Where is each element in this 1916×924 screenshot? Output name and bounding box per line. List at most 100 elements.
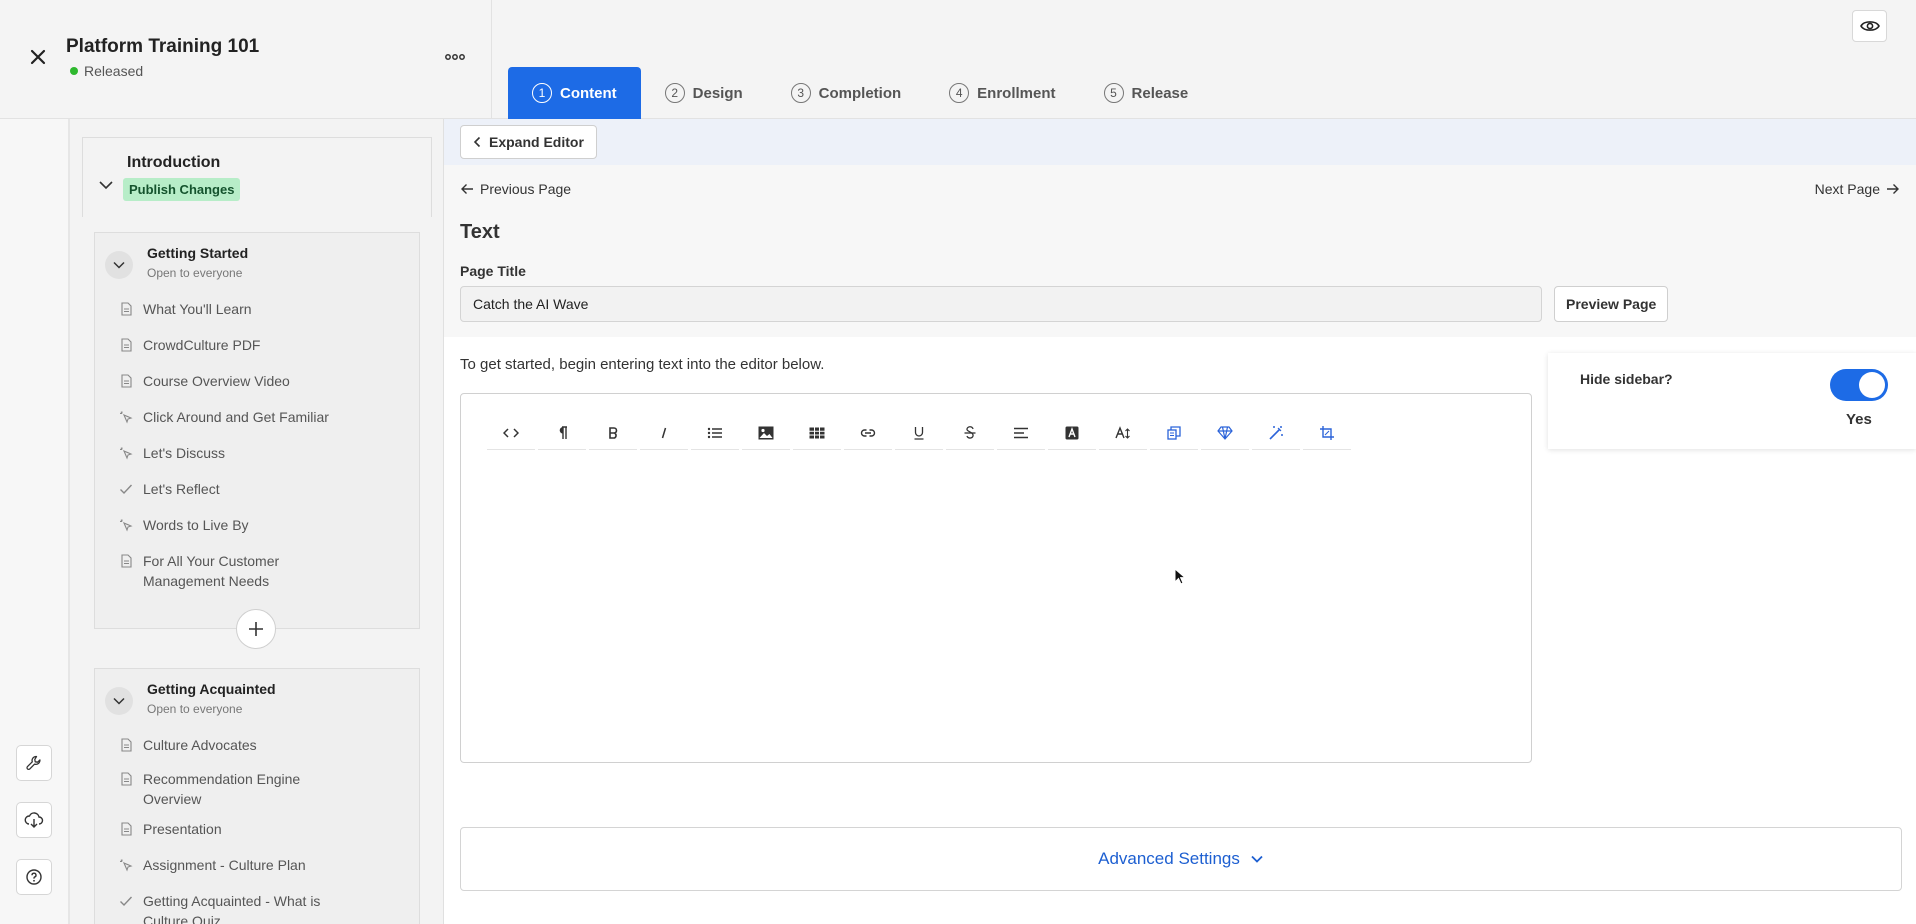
check-icon (119, 479, 133, 499)
page-header: Previous Page Next Page Text Page Title … (444, 165, 1916, 337)
section-title: Getting Acquainted (147, 681, 276, 697)
hide-sidebar-label: Hide sidebar? (1580, 371, 1673, 387)
main-editor-area: Expand Editor Previous Page Next Page Te… (444, 119, 1916, 924)
document-icon (119, 299, 133, 319)
list-item[interactable]: Words to Live By (119, 515, 409, 535)
paragraph-icon[interactable] (538, 416, 586, 450)
list-item[interactable]: Culture Advocates (119, 735, 409, 755)
document-icon (119, 769, 133, 789)
italic-icon[interactable] (640, 416, 688, 450)
cloud-download-icon[interactable] (16, 802, 52, 838)
list-item[interactable]: Presentation (119, 819, 409, 839)
tab-completion[interactable]: 3 Completion (767, 67, 926, 119)
list-item[interactable]: Let's Reflect (119, 479, 409, 499)
previous-page-label: Previous Page (480, 181, 572, 197)
list-item[interactable]: Getting Acquainted - What is Culture Qui… (119, 891, 339, 924)
editor-toolbar (487, 416, 1351, 450)
list-item[interactable]: Assignment - Culture Plan (119, 855, 409, 875)
arrow-right-icon (1887, 184, 1899, 194)
list-item[interactable]: For All Your Customer Management Needs (119, 551, 309, 591)
next-page-link[interactable]: Next Page (1815, 181, 1900, 197)
list-item[interactable]: Course Overview Video (119, 371, 409, 391)
page-title-input[interactable] (460, 286, 1542, 322)
status-text: Released (84, 63, 144, 79)
font-size-icon[interactable] (1099, 416, 1147, 450)
tab-label: Design (692, 84, 743, 102)
tab-label: Enrollment (977, 84, 1056, 102)
plus-icon (249, 622, 263, 636)
help-icon[interactable] (16, 859, 52, 895)
document-icon (119, 551, 133, 571)
tab-number: 5 (1103, 83, 1124, 103)
document-icon (119, 735, 133, 755)
interactive-icon (119, 515, 133, 535)
strikethrough-icon[interactable] (946, 416, 994, 450)
hide-sidebar-toggle[interactable] (1830, 369, 1888, 401)
previous-page-link[interactable]: Previous Page (460, 181, 571, 197)
advanced-settings-button[interactable]: Advanced Settings (460, 827, 1902, 891)
list-item[interactable]: What You'll Learn (119, 299, 409, 319)
item-label: What You'll Learn (143, 301, 252, 317)
list-item[interactable]: Recommendation Engine Overview (119, 769, 309, 809)
tab-number: 1 (532, 83, 552, 103)
tab-content[interactable]: 1 Content (508, 67, 641, 119)
course-outline: Introduction Publish Changes Getting Sta… (70, 119, 444, 924)
expand-editor-label: Expand Editor (489, 134, 584, 150)
section-subtitle: Open to everyone (147, 702, 243, 716)
item-label: Getting Acquainted - What is Culture Qui… (143, 893, 321, 924)
tab-release[interactable]: 5 Release (1080, 67, 1213, 119)
step-tabs: 1 Content 2 Design 3 Completion 4 Enroll… (508, 67, 1212, 119)
wrench-icon[interactable] (16, 745, 52, 781)
advanced-settings-label: Advanced Settings (1098, 849, 1240, 868)
tab-label: Completion (818, 84, 902, 102)
image-icon[interactable] (742, 416, 790, 450)
chevron-down-icon (1251, 855, 1263, 863)
expand-editor-button[interactable]: Expand Editor (460, 125, 597, 159)
rich-text-editor[interactable] (460, 393, 1532, 763)
item-label: Let's Reflect (143, 481, 220, 497)
bold-icon[interactable] (589, 416, 637, 450)
list-item[interactable]: CrowdCulture PDF (119, 335, 409, 355)
chevron-down-icon[interactable] (105, 251, 133, 279)
publish-changes-button[interactable]: Publish Changes (123, 178, 241, 201)
preview-page-button[interactable]: Preview Page (1554, 286, 1669, 322)
underline-icon[interactable] (895, 416, 943, 450)
tab-enrollment[interactable]: 4 Enrollment (925, 67, 1079, 119)
list-item[interactable]: Click Around and Get Familiar (119, 407, 409, 427)
link-icon[interactable] (844, 416, 892, 450)
tab-label: Content (560, 84, 617, 102)
course-title: Platform Training 101 (66, 36, 260, 57)
item-label: For All Your Customer Management Needs (143, 553, 280, 589)
chevron-left-icon (473, 136, 481, 148)
document-icon (119, 819, 133, 839)
add-item-button[interactable] (236, 609, 276, 649)
align-icon[interactable] (997, 416, 1045, 450)
chevron-down-icon[interactable] (97, 178, 115, 190)
preview-eye-icon[interactable] (1852, 10, 1887, 42)
course-title-block: Platform Training 101 Released (0, 0, 492, 119)
list-item[interactable]: Let's Discuss (119, 443, 409, 463)
tab-design[interactable]: 2 Design (641, 67, 767, 119)
code-icon[interactable] (487, 416, 535, 450)
magic-wand-icon[interactable] (1252, 416, 1300, 450)
item-label: Recommendation Engine Overview (143, 771, 301, 807)
toggle-knob (1859, 372, 1885, 398)
crop-icon[interactable] (1303, 416, 1351, 450)
font-color-icon[interactable] (1048, 416, 1096, 450)
document-icon (119, 371, 133, 391)
top-header: Platform Training 101 Released 1 Content… (0, 0, 1916, 119)
table-icon[interactable] (793, 416, 841, 450)
section-subtitle: Open to everyone (147, 266, 243, 280)
more-options-icon[interactable] (444, 50, 466, 64)
close-icon[interactable] (26, 45, 50, 69)
arrow-left-icon (461, 184, 473, 194)
item-label: Course Overview Video (143, 373, 290, 389)
module-introduction: Introduction Publish Changes (82, 137, 432, 217)
copy-icon[interactable] (1150, 416, 1198, 450)
status-badge: Released (70, 63, 143, 79)
tab-number: 4 (949, 83, 970, 103)
list-icon[interactable] (691, 416, 739, 450)
chevron-down-icon[interactable] (105, 687, 133, 715)
gem-icon[interactable] (1201, 416, 1249, 450)
page-title-label: Page Title (460, 263, 526, 279)
